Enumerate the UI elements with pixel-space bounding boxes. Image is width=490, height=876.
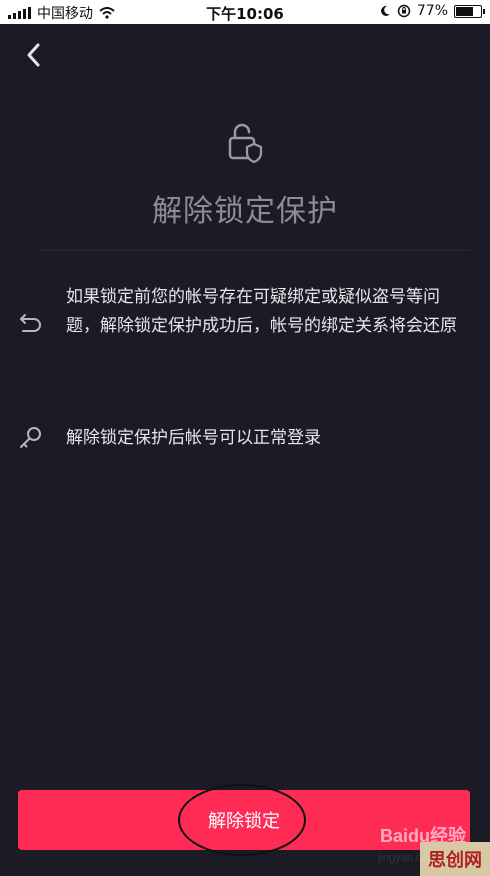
battery-percent: 77% xyxy=(416,3,448,19)
info-item-normal-login: 解除锁定保护后帐号可以正常登录 xyxy=(18,424,460,454)
info-text: 解除锁定保护后帐号可以正常登录 xyxy=(66,428,321,448)
key-icon xyxy=(20,427,41,448)
back-button[interactable] xyxy=(20,40,50,70)
status-bar: 中国移动 下午10:06 77% xyxy=(0,0,490,24)
page-title: 解除锁定保护 xyxy=(152,194,338,229)
lock-shield-icon xyxy=(228,123,263,164)
site-watermark: 思创网 xyxy=(420,842,490,876)
battery-icon xyxy=(454,4,485,18)
divider xyxy=(40,250,470,251)
chevron-left-icon xyxy=(27,43,40,67)
orientation-lock-icon xyxy=(397,4,411,18)
jingyan-watermark: jingyan.b xyxy=(378,852,423,864)
moon-icon xyxy=(380,5,390,16)
unlock-button-label: 解除锁定 xyxy=(208,811,280,832)
undo-arrow-icon xyxy=(20,314,41,332)
status-right: 77% xyxy=(379,3,485,19)
info-item-restore-binding: 如果锁定前您的帐号存在可疑绑定或疑似盗号等问题，解除锁定保护成功后，帐号的绑定关… xyxy=(18,283,460,341)
battery-fill xyxy=(456,6,473,16)
info-text: 如果锁定前您的帐号存在可疑绑定或疑似盗号等问题，解除锁定保护成功后，帐号的绑定关… xyxy=(66,287,457,336)
